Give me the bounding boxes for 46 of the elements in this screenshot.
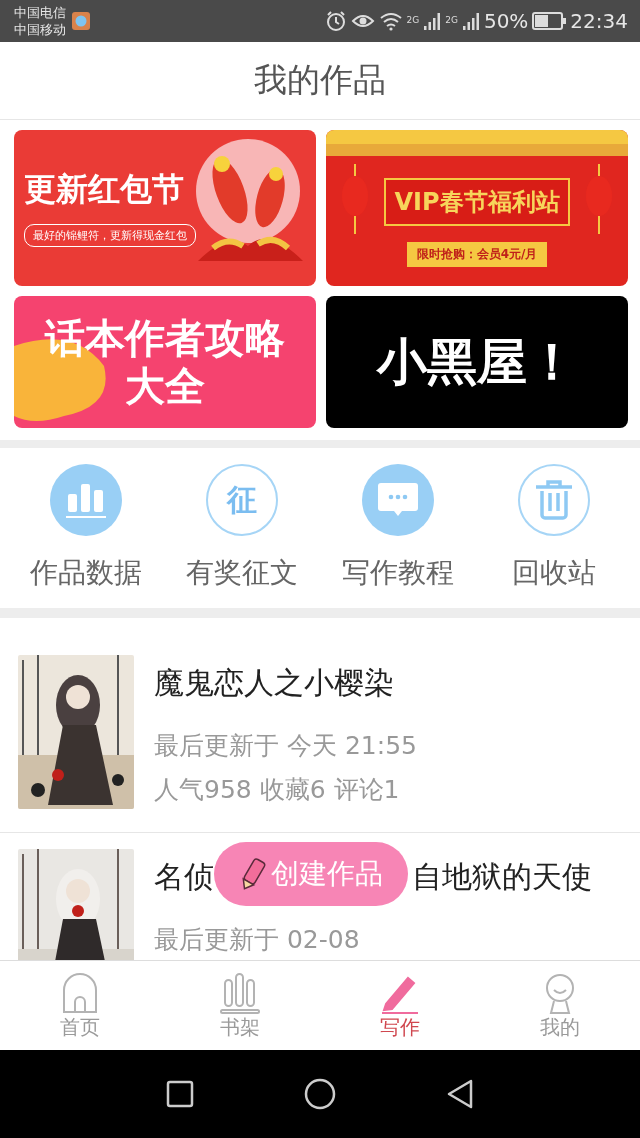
work-title: 魔鬼恋人之小樱染 [154, 664, 394, 702]
banner-title: 小黑屋！ [377, 331, 577, 392]
nav-tab[interactable]: 首页 [0, 961, 160, 1050]
lantern-icon [342, 164, 368, 234]
promo-banner[interactable]: 小黑屋！ [326, 295, 628, 428]
nav-tab[interactable]: 写作 [320, 961, 480, 1050]
carrier-name: 中国电信 [14, 4, 66, 21]
banner-title: 更新红包节 [24, 169, 185, 211]
banner-subtitle: 限时抢购：会员4元/月 [406, 242, 548, 268]
banner-title: VIP春节福利站 [384, 178, 570, 227]
network-label: 2G [445, 15, 458, 25]
app-notification-icon [72, 12, 90, 30]
work-title: 自地狱的天使 [412, 858, 592, 896]
shortcut-label: 回收站 [512, 555, 596, 591]
bookshelf-icon [218, 970, 262, 1014]
work-title: 名侦 [154, 858, 214, 896]
shortcut-label: 作品数据 [30, 555, 142, 591]
update-time: 最后更新于 今天 21:55 [154, 730, 417, 762]
carrier-name: 中国移动 [14, 21, 66, 38]
battery-icon [532, 12, 567, 30]
back-icon[interactable] [446, 1079, 474, 1109]
network-label: 2G [406, 15, 420, 25]
nav-tab[interactable]: 我的 [480, 961, 640, 1050]
update-time: 最后更新于 02-08 [154, 924, 361, 956]
shortcut-icon[interactable]: 征 [206, 464, 278, 536]
recent-apps-icon[interactable] [166, 1080, 194, 1108]
home-icon[interactable] [304, 1078, 336, 1110]
clock: 22:34 [570, 9, 628, 33]
promo-banner[interactable]: 更新红包节 最好的锦鲤符，更新得现金红包 [14, 130, 316, 286]
alarm-icon [324, 10, 347, 32]
promo-banner[interactable]: VIP春节福利站 限时抢购：会员4元/月 [326, 130, 628, 286]
wifi-icon [378, 11, 403, 31]
signal-icon [461, 11, 480, 31]
work-stats: 人气958 收藏6 评论1 [154, 774, 401, 806]
signal-icon [423, 11, 442, 31]
banner-subtitle: 最好的锦鲤符，更新得现金红包 [24, 224, 196, 248]
battery-percent: 50% [483, 9, 529, 33]
page-title: 我的作品 [254, 59, 386, 101]
shortcut-label: 写作教程 [342, 555, 454, 591]
pencil-icon [239, 856, 267, 892]
create-work-button[interactable]: 创建作品 [214, 842, 408, 906]
work-item[interactable]: 魔鬼恋人之小樱染 最后更新于 今天 21:55 人气958 收藏6 评论1 [0, 655, 640, 833]
nav-tab[interactable]: 书架 [160, 961, 320, 1050]
shortcut-label: 有奖征文 [186, 555, 298, 591]
lantern-icon [586, 164, 612, 234]
banner-title: 大全 [125, 361, 205, 410]
